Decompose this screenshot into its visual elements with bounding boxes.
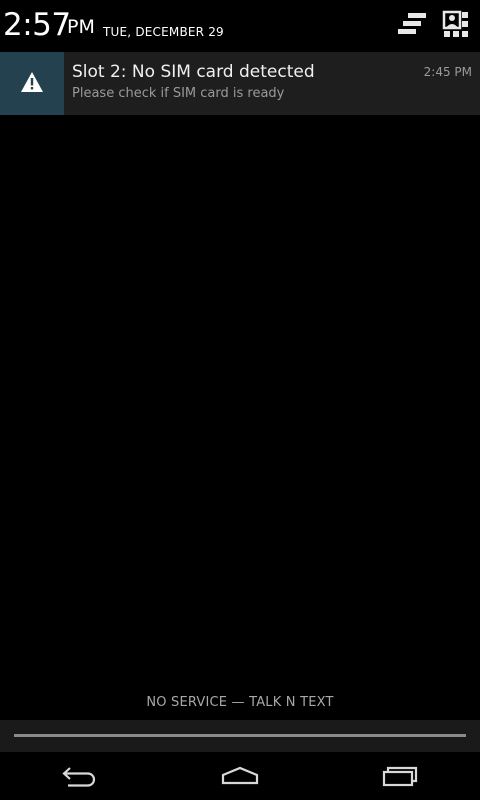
sim-notification[interactable]: Slot 2: No SIM card detected Please chec… <box>0 52 480 115</box>
back-icon <box>62 767 96 787</box>
clear-all-icon <box>398 13 426 34</box>
notification-text: Please check if SIM card is ready <box>72 86 285 101</box>
recent-apps-button[interactable] <box>352 752 448 800</box>
navigation-bar <box>0 752 480 800</box>
home-icon <box>221 766 259 785</box>
shade-drag-handle[interactable] <box>0 720 480 752</box>
warning-icon <box>21 72 43 92</box>
notification-icon-container <box>0 52 64 115</box>
recent-apps-icon <box>382 766 418 787</box>
clock-time: 2:57 <box>3 7 71 43</box>
date-label: TUE, DECEMBER 29 <box>103 25 224 39</box>
handle-line <box>14 734 466 737</box>
quick-settings-icon <box>442 10 468 37</box>
notification-time: 2:45 PM <box>423 65 472 79</box>
clear-all-button[interactable] <box>396 10 428 42</box>
home-button[interactable] <box>192 752 288 800</box>
quick-settings-button[interactable] <box>440 10 472 42</box>
carrier-label: NO SERVICE — TALK N TEXT <box>146 695 334 710</box>
back-button[interactable] <box>32 752 128 800</box>
clock-ampm: PM <box>67 16 95 38</box>
notification-title: Slot 2: No SIM card detected <box>72 62 315 82</box>
notification-shade-header: 2:57 PM TUE, DECEMBER 29 <box>0 0 480 53</box>
